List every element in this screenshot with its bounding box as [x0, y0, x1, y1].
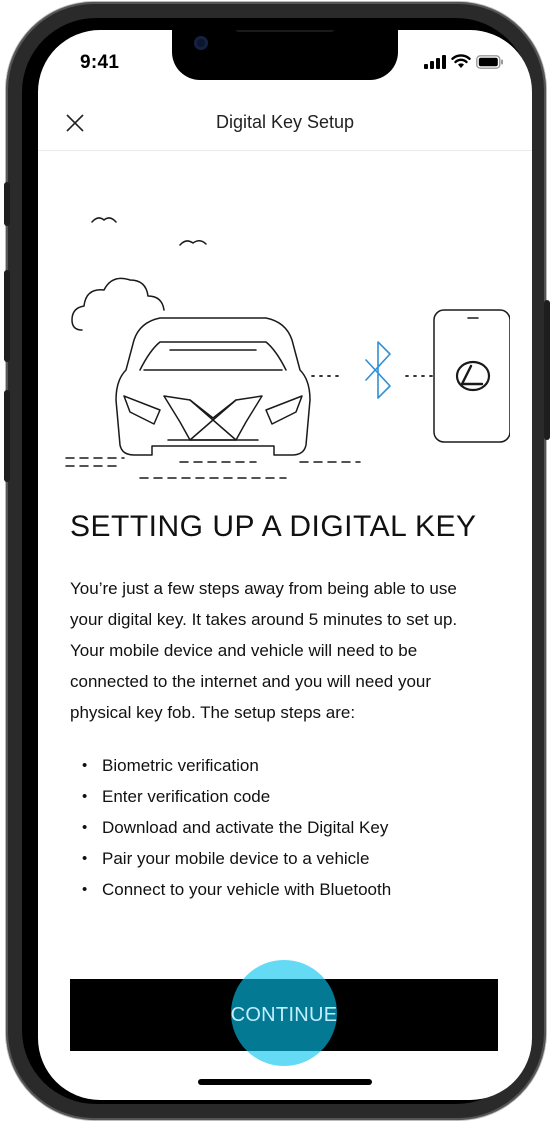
home-indicator[interactable] [198, 1079, 372, 1085]
list-item: Pair your mobile device to a vehicle [82, 843, 391, 874]
continue-button-label: CONTINUE [230, 1003, 338, 1026]
cellular-signal-icon [424, 54, 446, 69]
bird-illustration [91, 217, 117, 223]
car-pairing-illustration [65, 217, 510, 479]
notch [172, 30, 398, 80]
wifi-icon [451, 54, 471, 68]
phone-illustration [433, 309, 510, 443]
page-title: Digital Key Setup [215, 112, 355, 132]
status-icons [424, 54, 504, 69]
app-screen: 9:41 Digital Key Setup SETTING UP A DIGI… [38, 30, 532, 1100]
speaker-grille [235, 30, 335, 32]
list-item: Biometric verification [82, 750, 391, 781]
section-heading: SETTING UP A DIGITAL KEY [70, 510, 477, 543]
list-item: Enter verification code [82, 781, 391, 812]
list-item: Download and activate the Digital Key [82, 812, 391, 843]
setup-steps-list: Biometric verification Enter verificatio… [82, 750, 391, 905]
cloud-illustration [71, 277, 165, 331]
nav-header: Digital Key Setup [38, 100, 532, 151]
volume-down-button [4, 390, 10, 482]
bird-illustration [179, 240, 207, 246]
volume-up-button [4, 270, 10, 362]
front-camera [194, 36, 208, 50]
bluetooth-icon [365, 341, 391, 399]
continue-button[interactable]: CONTINUE [70, 979, 498, 1051]
lexus-logo-icon [455, 360, 491, 392]
ground-lines-illustration [65, 457, 361, 479]
car-illustration [115, 317, 311, 456]
list-item: Connect to your vehicle with Bluetooth [82, 874, 391, 905]
mute-switch [4, 182, 10, 226]
status-time: 9:41 [80, 52, 120, 73]
power-button [544, 300, 550, 440]
intro-paragraph: You’re just a few steps away from being … [70, 579, 458, 722]
battery-icon [476, 54, 503, 69]
